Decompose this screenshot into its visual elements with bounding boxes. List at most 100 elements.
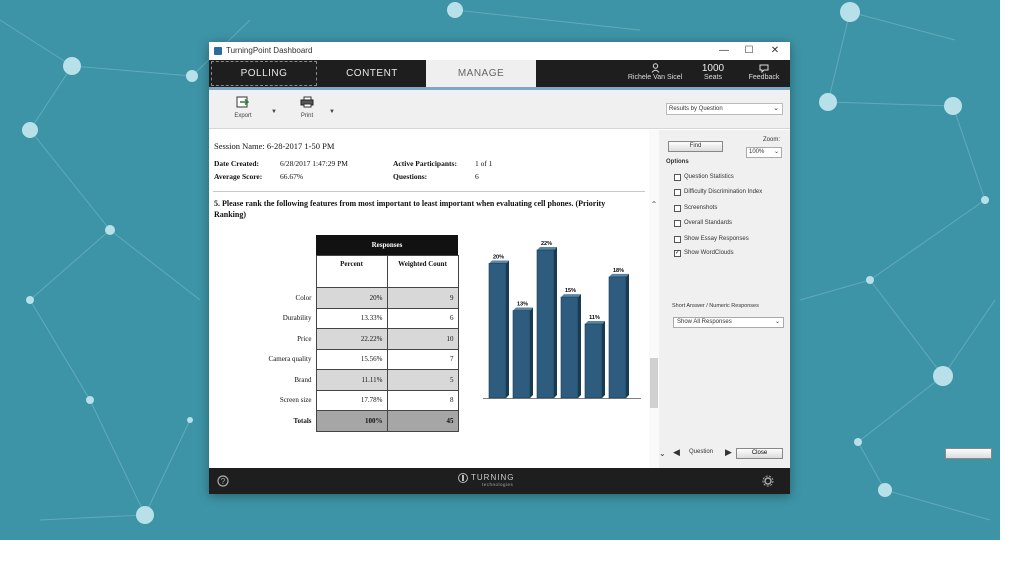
chevron-down-icon[interactable]: ⌄	[659, 449, 666, 458]
zoom-select[interactable]: 100% ⌄	[746, 147, 782, 158]
find-button[interactable]: Find	[668, 141, 723, 152]
question-text: 5. Please rank the following features fr…	[214, 199, 606, 219]
total-count: 45	[386, 410, 459, 432]
feedback-icon	[759, 64, 769, 73]
print-dropdown-icon[interactable]: ▼	[329, 109, 335, 115]
count-cell: 8	[386, 389, 459, 411]
close-window-button[interactable]: ✕	[763, 43, 787, 59]
user-account[interactable]: Richele Van Sicel	[619, 63, 691, 81]
option-label: Show Essay Responses	[684, 236, 749, 242]
export-icon	[236, 96, 250, 108]
user-name: Richele Van Sicel	[627, 74, 683, 81]
feedback-button[interactable]: Feedback	[744, 63, 784, 81]
previous-question-icon[interactable]: ◀	[673, 447, 680, 458]
svg-text:?: ?	[221, 477, 226, 486]
options-label: Options	[666, 159, 689, 165]
export-label: Export	[234, 113, 252, 119]
export-button[interactable]: Export	[231, 96, 255, 119]
chevron-down-icon: ⌄	[774, 319, 780, 325]
tab-content[interactable]: CONTENT	[319, 60, 425, 87]
close-button[interactable]: Close	[736, 448, 783, 459]
report-scrollbar[interactable]: ⌃	[649, 130, 659, 468]
table-row: Price 22.22% 10	[239, 328, 459, 350]
tab-polling[interactable]: POLLING	[211, 61, 317, 86]
checkbox[interactable]	[674, 220, 681, 227]
chart-bar	[560, 294, 581, 399]
date-created-label: Date Created:	[214, 159, 260, 168]
participants-label: Active Participants:	[393, 159, 457, 168]
bar-data-label: 15%	[565, 288, 576, 294]
chart-bar	[608, 273, 629, 399]
results-view-select[interactable]: Results by Question ⌄	[666, 103, 783, 115]
zoom-value: 100%	[749, 149, 765, 155]
percent-cell: 20%	[315, 287, 388, 309]
column-header-weighted-count: Weighted Count	[386, 255, 459, 288]
average-score-label: Average Score:	[214, 172, 263, 181]
app-icon	[214, 47, 222, 55]
scroll-thumb[interactable]	[650, 358, 658, 408]
row-label: Price	[297, 334, 312, 343]
seats-label: Seats	[704, 74, 722, 81]
bar-data-label: 22%	[541, 241, 552, 247]
percent-cell: 15.56%	[315, 348, 388, 370]
next-question-icon[interactable]: ▶	[725, 447, 732, 458]
row-label: Color	[295, 293, 312, 302]
row-label: Brand	[294, 375, 312, 384]
column-header-percent: Percent	[315, 255, 388, 288]
options-panel: Find Zoom: 100% ⌄ Options Question Stati…	[659, 130, 992, 468]
tab-manage[interactable]: MANAGE	[426, 60, 536, 87]
scroll-up-icon[interactable]: ⌃	[649, 200, 659, 209]
option-label: Screenshots	[684, 205, 718, 211]
option-label: Question Statistics	[684, 174, 734, 180]
print-button[interactable]: Print	[295, 96, 319, 119]
chevron-down-icon: ⌄	[773, 149, 779, 155]
table-row: Brand 11.11% 5	[239, 369, 459, 391]
seats-count: 1000	[701, 63, 725, 74]
questions-label: Questions:	[393, 172, 428, 181]
user-icon	[651, 63, 659, 73]
table-row: Camera quality 15.56% 7	[239, 348, 459, 370]
window-title: TurningPoint Dashboard	[226, 46, 313, 55]
short-answer-select[interactable]: Show All Responses ⌄	[673, 317, 784, 328]
checkbox[interactable]	[674, 205, 681, 212]
total-percent: 100%	[315, 410, 388, 432]
row-label: Durability	[282, 314, 312, 323]
title-bar: TurningPoint Dashboard — ☐ ✕	[209, 42, 790, 60]
seats-display[interactable]: 1000 Seats	[697, 63, 729, 81]
checkbox[interactable]	[674, 236, 681, 243]
option-label: Difficulty Discrimination Index	[684, 189, 763, 195]
table-row: Durability 13.33% 6	[239, 307, 459, 329]
chart-bar	[536, 247, 557, 399]
row-label: Screen size	[279, 396, 312, 405]
short-answer-label: Short Answer / Numeric Responses	[672, 303, 759, 309]
questions-value: 6	[475, 172, 479, 181]
chart-bar	[512, 307, 533, 399]
percent-cell: 13.33%	[315, 307, 388, 329]
export-dropdown-icon[interactable]: ▼	[271, 109, 277, 115]
checkbox[interactable]	[674, 189, 681, 196]
minimize-button[interactable]: —	[712, 43, 736, 59]
maximize-button[interactable]: ☐	[737, 43, 761, 59]
option-label: Show WordClouds	[684, 250, 734, 256]
divider	[213, 191, 645, 192]
table-row: Color 20% 9	[239, 287, 459, 309]
totals-row: Totals 100% 45	[239, 410, 459, 432]
brand-subtitle: technologies	[482, 482, 514, 487]
checkbox[interactable]	[674, 174, 681, 181]
count-cell: 6	[386, 307, 459, 329]
count-cell: 5	[386, 369, 459, 391]
help-icon[interactable]: ?	[217, 475, 229, 487]
results-view-value: Results by Question	[669, 106, 723, 112]
percent-cell: 22.22%	[315, 328, 388, 350]
settings-gear-icon[interactable]	[762, 475, 774, 487]
brand-name: TURNING	[471, 473, 515, 482]
table-row: Screen size 17.78% 8	[239, 389, 459, 411]
question-nav-label: Question	[689, 449, 714, 455]
bar-data-label: 20%	[493, 254, 504, 260]
average-score-value: 66.67%	[280, 172, 304, 181]
date-created-value: 6/28/2017 1:47:29 PM	[280, 159, 348, 168]
chart-bar	[488, 260, 509, 399]
percent-cell: 17.78%	[315, 389, 388, 411]
toolbar: Export ▼ Print ▼ Results by Question ⌄	[209, 90, 790, 129]
checkbox-checked[interactable]: ✓	[674, 250, 681, 257]
